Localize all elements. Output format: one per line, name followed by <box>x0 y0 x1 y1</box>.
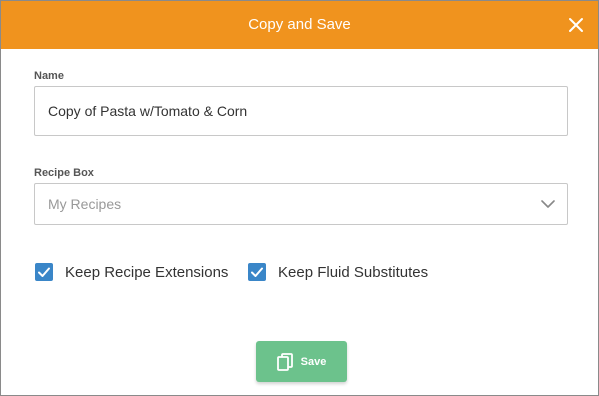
copy-and-save-dialog: Copy and Save Name Recipe Box My Recipes… <box>0 0 599 396</box>
save-button[interactable]: Save <box>256 341 347 382</box>
checkmark-icon <box>38 267 50 277</box>
copy-icon <box>276 352 293 371</box>
name-input[interactable] <box>34 86 568 136</box>
keep-fluid-substitutes-label: Keep Fluid Substitutes <box>278 263 429 281</box>
checkmark-icon <box>251 267 263 277</box>
close-icon <box>569 18 583 32</box>
close-button[interactable] <box>566 15 586 35</box>
dialog-title: Copy and Save <box>248 16 351 33</box>
chevron-down-icon <box>541 200 555 208</box>
keep-fluid-substitutes-option[interactable]: Keep Fluid Substitutes <box>248 261 428 283</box>
keep-recipe-extensions-checkbox[interactable] <box>35 263 53 281</box>
recipe-box-label: Recipe Box <box>34 167 94 179</box>
recipe-box-selected-value: My Recipes <box>48 196 122 212</box>
recipe-box-select[interactable]: My Recipes <box>34 183 568 225</box>
name-label: Name <box>34 70 64 82</box>
keep-fluid-substitutes-checkbox[interactable] <box>248 263 266 281</box>
dialog-header: Copy and Save <box>1 1 598 49</box>
keep-recipe-extensions-label: Keep Recipe Extensions <box>65 263 229 281</box>
keep-recipe-extensions-option[interactable]: Keep Recipe Extensions <box>35 261 228 283</box>
save-label: Save <box>300 355 327 368</box>
